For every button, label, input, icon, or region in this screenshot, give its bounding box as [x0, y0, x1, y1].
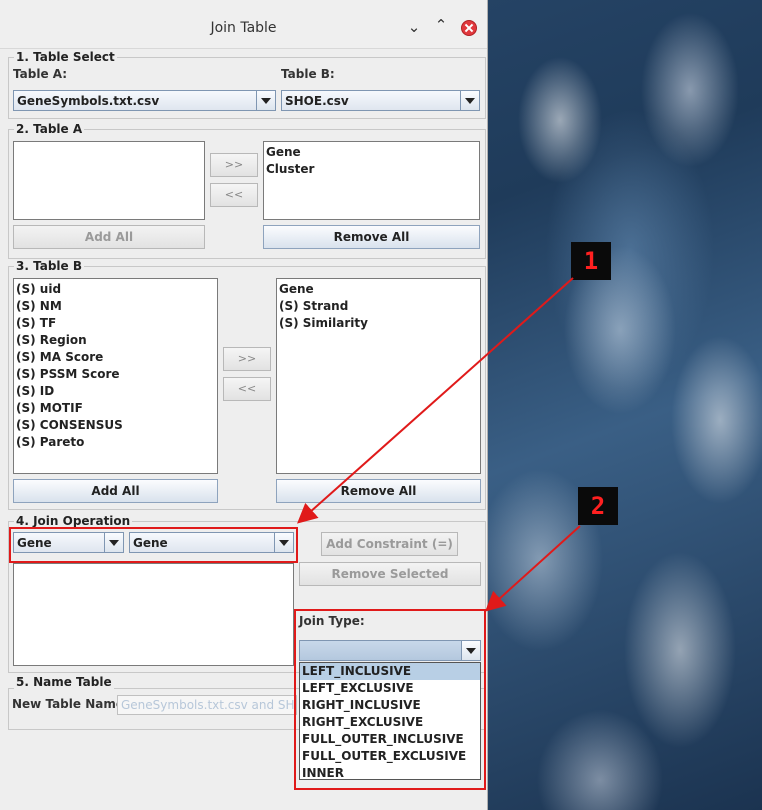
arrow-2: [485, 525, 581, 612]
arrow-1: [297, 277, 574, 524]
annotation-arrows: [297, 277, 581, 612]
